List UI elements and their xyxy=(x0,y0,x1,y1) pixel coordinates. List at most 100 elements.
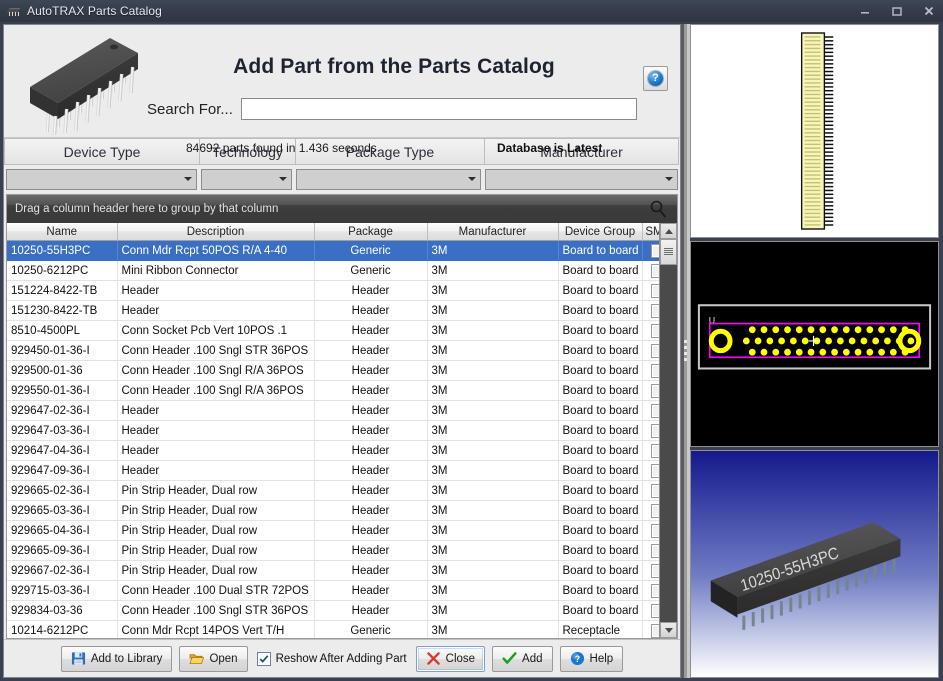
smt-checkbox[interactable] xyxy=(650,323,659,338)
smt-checkbox[interactable] xyxy=(650,403,659,418)
description-cell: Conn Header .100 Sngl STR 36POS xyxy=(117,340,315,361)
maximize-icon[interactable] xyxy=(887,2,907,20)
smt-checkbox[interactable] xyxy=(650,303,659,318)
table-row[interactable]: 929450-01-36-I Conn Header .100 Sngl STR … xyxy=(7,340,659,361)
column-header-package[interactable]: Package xyxy=(314,223,428,241)
add-to-library-button[interactable]: Add to Library xyxy=(60,645,173,672)
scroll-down-button[interactable] xyxy=(660,622,677,638)
package-cell: Header xyxy=(314,600,428,621)
reshow-after-adding-checkbox[interactable]: Reshow After Adding Part xyxy=(255,651,409,666)
description-cell: Conn Mdr Rcpt 50POS R/A 4-40 xyxy=(117,240,315,261)
table-row[interactable]: 929665-03-36-I Pin Strip Header, Dual row… xyxy=(7,500,659,521)
table-row[interactable]: 929667-02-36-I Pin Strip Header, Dual row… xyxy=(7,560,659,581)
help-button-top[interactable]: ? xyxy=(643,66,668,91)
manufacturer-cell: 3M xyxy=(427,540,559,561)
package-cell: Header xyxy=(314,320,428,341)
smt-cell xyxy=(642,360,659,381)
scrollbar-track[interactable] xyxy=(660,239,677,622)
preview-pane: U 10250-55H3PC xyxy=(690,24,940,678)
add-button[interactable]: Add xyxy=(492,645,553,672)
schematic-symbol-preview[interactable] xyxy=(690,24,939,238)
package-cell: Generic xyxy=(314,260,428,281)
smt-cell xyxy=(642,560,659,581)
close-button[interactable]: Close xyxy=(415,645,486,672)
column-header-smt[interactable]: SMT xyxy=(642,223,659,241)
table-row[interactable]: 10250-6212PC Mini Ribbon Connector Generic… xyxy=(7,260,659,281)
table-row[interactable]: 929647-04-36-I Header Header 3M Board to boa… xyxy=(7,440,659,461)
package-cell: Header xyxy=(314,540,428,561)
smt-checkbox[interactable] xyxy=(650,543,659,558)
table-row[interactable]: 151230-8422-TB Header Header 3M Board to boa… xyxy=(7,300,659,321)
smt-cell xyxy=(642,520,659,541)
search-input[interactable] xyxy=(241,98,637,120)
table-row[interactable]: 10250-55H3PC Conn Mdr Rcpt 50POS R/A 4-40… xyxy=(7,240,659,261)
device-group-cell: Board to board xyxy=(558,540,643,561)
close-icon[interactable] xyxy=(919,2,939,20)
catalog-pane: Add Part from the Parts Catalog ? Search… xyxy=(3,24,681,678)
smt-checkbox[interactable] xyxy=(650,263,659,278)
table-row[interactable]: 8510-4500PL Conn Socket Pcb Vert 10POS .1… xyxy=(7,320,659,341)
table-row[interactable]: 929647-03-36-I Header Header 3M Board to boa… xyxy=(7,420,659,441)
device-type-dropdown[interactable] xyxy=(6,168,198,190)
smt-checkbox[interactable] xyxy=(650,583,659,598)
column-header-manufacturer[interactable]: Manufacturer xyxy=(427,223,559,241)
minimize-icon[interactable] xyxy=(855,2,875,20)
part-name-cell: 929500-01-36 xyxy=(7,360,118,381)
scroll-up-button[interactable] xyxy=(660,223,677,239)
smt-checkbox[interactable] xyxy=(650,443,659,458)
smt-checkbox[interactable] xyxy=(650,503,659,518)
folder-open-icon xyxy=(189,654,205,664)
smt-checkbox[interactable] xyxy=(650,383,659,398)
search-icon[interactable] xyxy=(648,199,668,223)
pcb-footprint-preview[interactable]: U xyxy=(690,241,939,447)
table-row[interactable]: 929647-09-36-I Header Header 3M Board to boa… xyxy=(7,460,659,481)
table-row[interactable]: 929665-02-36-I Pin Strip Header, Dual row… xyxy=(7,480,659,501)
model-3d-preview[interactable]: 10250-55H3PC xyxy=(690,450,939,678)
column-header-description[interactable]: Description xyxy=(117,223,315,241)
help-button[interactable]: ? Help xyxy=(559,645,624,672)
table-row[interactable]: 929665-09-36-I Pin Strip Header, Dual row… xyxy=(7,540,659,561)
column-header-device-group[interactable]: Device Group xyxy=(558,223,643,241)
table-row[interactable]: 929647-02-36-I Header Header 3M Board to boa… xyxy=(7,400,659,421)
table-row[interactable]: 929550-01-36-I Conn Header .100 Sngl R/A … xyxy=(7,380,659,401)
table-row[interactable]: 929715-03-36-I Conn Header .100 Dual STR … xyxy=(7,580,659,601)
checkbox-box[interactable] xyxy=(256,651,271,666)
tab-device-type[interactable]: Device Type xyxy=(4,138,200,165)
smt-checkbox[interactable] xyxy=(650,363,659,378)
package-cell: Header xyxy=(314,340,428,361)
pane-splitter[interactable] xyxy=(681,24,690,678)
scrollbar-thumb[interactable] xyxy=(660,239,677,265)
group-by-panel[interactable]: Drag a column header here to group by th… xyxy=(7,195,677,223)
description-cell: Conn Header .100 Sngl R/A 36POS xyxy=(117,360,315,381)
smt-checkbox[interactable] xyxy=(650,483,659,498)
smt-cell xyxy=(642,540,659,561)
chevron-down-icon xyxy=(184,177,193,181)
technology-dropdown[interactable] xyxy=(201,168,292,190)
description-cell: Conn Header .100 Sngl STR 36POS xyxy=(117,600,315,621)
part-name-cell: 929450-01-36-I xyxy=(7,340,118,361)
smt-checkbox[interactable] xyxy=(650,283,659,298)
open-button[interactable]: Open xyxy=(179,645,248,672)
chevron-down-icon xyxy=(467,177,476,181)
table-row[interactable]: 929665-04-36-I Pin Strip Header, Dual row… xyxy=(7,520,659,541)
package-cell: Header xyxy=(314,300,428,321)
table-row[interactable]: 929834-03-36 Conn Header .100 Sngl STR 36… xyxy=(7,600,659,621)
smt-checkbox[interactable] xyxy=(650,243,659,258)
smt-checkbox[interactable] xyxy=(650,523,659,538)
table-row[interactable]: 929500-01-36 Conn Header .100 Sngl R/A 36… xyxy=(7,360,659,381)
smt-checkbox[interactable] xyxy=(650,343,659,358)
grid-vertical-scrollbar[interactable] xyxy=(659,223,677,638)
table-row[interactable]: 10214-6212PC Conn Mdr Rcpt 14POS Vert T/H… xyxy=(7,620,659,638)
smt-checkbox[interactable] xyxy=(650,563,659,578)
smt-checkbox[interactable] xyxy=(650,463,659,478)
open-label: Open xyxy=(209,652,238,665)
smt-checkbox[interactable] xyxy=(650,603,659,618)
package-type-dropdown[interactable] xyxy=(295,168,481,190)
table-row[interactable]: 151224-8422-TB Header Header 3M Board to boa… xyxy=(7,280,659,301)
title-bar[interactable]: AutoTRAX Parts Catalog xyxy=(0,0,943,22)
manufacturer-dropdown[interactable] xyxy=(484,168,678,190)
column-header-name[interactable]: Name xyxy=(7,223,118,241)
package-cell: Header xyxy=(314,400,428,421)
smt-checkbox[interactable] xyxy=(650,423,659,438)
smt-checkbox[interactable] xyxy=(650,623,659,638)
